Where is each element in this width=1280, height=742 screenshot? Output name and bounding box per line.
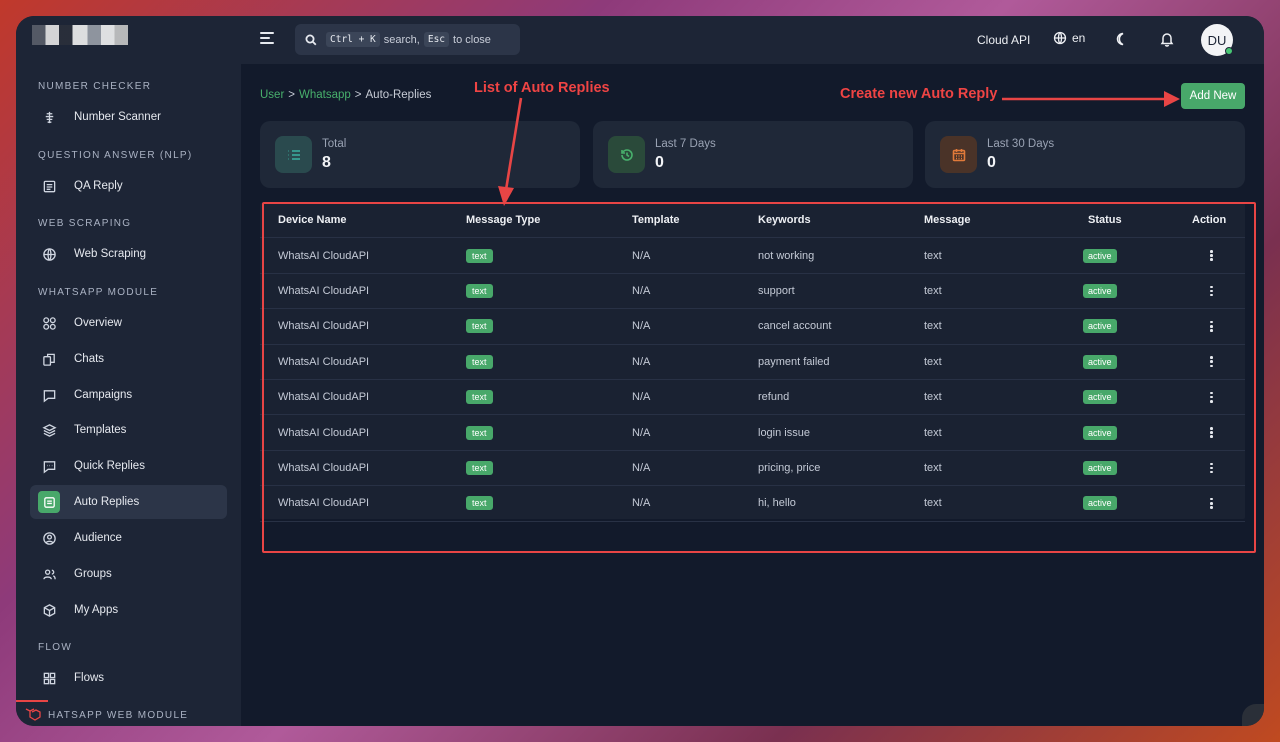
sidebar-item-my-apps[interactable]: My Apps	[30, 593, 227, 627]
sidebar-item-templates[interactable]: Templates	[30, 413, 227, 447]
sidebar-item-groups[interactable]: Groups	[30, 557, 227, 591]
stat-label: Last 7 Days	[655, 138, 716, 150]
list-icon	[275, 136, 312, 173]
window-corner	[1242, 704, 1264, 726]
quick-reply-icon	[38, 455, 60, 477]
calendar-icon	[940, 136, 977, 173]
brand-logo[interactable]	[32, 25, 128, 45]
add-new-button[interactable]: Add New	[1181, 83, 1245, 109]
stat-label: Total	[322, 138, 347, 150]
breadcrumb-current: Auto-Replies	[365, 89, 432, 101]
sidebar-item-web-scraping[interactable]: Web Scraping	[30, 237, 227, 271]
annotation-highlight-box	[262, 202, 1256, 553]
document-icon	[38, 175, 60, 197]
sidebar-item-qa-reply[interactable]: QA Reply	[30, 169, 227, 203]
sidebar-section-flow: FLOW	[38, 642, 73, 653]
sidebar-item-number-scanner[interactable]: Number Scanner	[30, 100, 227, 134]
scroll-marker	[16, 700, 48, 702]
stat-card-total: Total 8	[260, 121, 580, 188]
app-window: NUMBER CHECKER Number Scanner QUESTION A…	[16, 16, 1264, 726]
breadcrumb-whatsapp[interactable]: Whatsapp	[299, 89, 351, 101]
breadcrumb-separator: >	[354, 89, 362, 101]
online-status-dot	[1225, 47, 1233, 55]
top-bar: Ctrl + K search, Esc to close Cloud API …	[241, 16, 1264, 64]
search-hint: search,	[383, 33, 420, 46]
auto-reply-icon	[38, 491, 60, 513]
sidebar-section-number-checker: NUMBER CHECKER	[38, 81, 152, 92]
avatar-initials: DU	[1207, 32, 1227, 48]
user-circle-icon	[38, 527, 60, 549]
layers-icon	[38, 419, 60, 441]
sidebar-item-label: Web Scraping	[74, 248, 147, 260]
sidebar-item-label: Number Scanner	[74, 111, 161, 123]
annotation-create-label: Create new Auto Reply	[840, 86, 998, 102]
users-icon	[38, 563, 60, 585]
sidebar-item-audience[interactable]: Audience	[30, 521, 227, 555]
overview-icon	[38, 312, 60, 334]
sidebar-item-label: Audience	[74, 532, 122, 544]
menu-toggle-icon[interactable]	[260, 32, 274, 44]
escape-kbd: Esc	[423, 32, 450, 47]
sidebar-item-label: Flows	[74, 672, 105, 684]
stat-card-last-7-days: Last 7 Days 0	[593, 121, 913, 188]
sidebar-item-chats[interactable]: Chats	[30, 342, 227, 376]
sidebar-section-whatsapp: WHATSAPP MODULE	[38, 287, 159, 298]
history-icon	[608, 136, 645, 173]
sidebar-section-scraping: WEB SCRAPING	[38, 218, 132, 229]
chats-icon	[38, 348, 60, 370]
sidebar-item-label: My Apps	[74, 604, 119, 616]
language-selector[interactable]: en	[1053, 31, 1085, 45]
laravel-icon	[24, 706, 42, 722]
message-icon	[38, 384, 60, 406]
search-hint-end: to close	[453, 33, 491, 46]
sidebar-item-label: Auto Replies	[74, 496, 140, 508]
user-avatar[interactable]: DU	[1201, 24, 1233, 56]
search-icon	[305, 34, 317, 45]
sidebar-item-auto-replies[interactable]: Auto Replies	[30, 485, 227, 519]
breadcrumb: User > Whatsapp > Auto-Replies	[260, 89, 431, 101]
globe-icon	[38, 243, 60, 265]
breadcrumb-separator: >	[288, 89, 295, 101]
sidebar-item-label: Quick Replies	[74, 460, 145, 472]
scanner-icon	[38, 106, 60, 128]
grid-icon	[38, 667, 60, 689]
sidebar-item-overview[interactable]: Overview	[30, 306, 227, 340]
sidebar-item-campaigns[interactable]: Campaigns	[30, 378, 227, 412]
globe-icon	[1053, 31, 1067, 45]
apps-icon	[38, 599, 60, 621]
notifications-button[interactable]	[1159, 31, 1175, 47]
sidebar-item-label: Chats	[74, 353, 105, 365]
sidebar-item-label: Overview	[74, 317, 122, 329]
stat-label: Last 30 Days	[987, 138, 1055, 150]
stat-card-last-30-days: Last 30 Days 0	[925, 121, 1245, 188]
bell-icon	[1160, 33, 1174, 47]
sidebar-item-quick-replies[interactable]: Quick Replies	[30, 449, 227, 483]
sidebar-item-label: Groups	[74, 568, 112, 580]
dark-mode-toggle[interactable]	[1113, 31, 1129, 47]
cloud-api-link[interactable]: Cloud API	[977, 33, 1030, 47]
search-input[interactable]: Ctrl + K search, Esc to close	[295, 24, 520, 55]
sidebar-item-label: Campaigns	[74, 389, 133, 401]
sidebar-item-label: Templates	[74, 424, 127, 436]
stat-value: 8	[322, 154, 331, 171]
sidebar-item-label: QA Reply	[74, 180, 123, 192]
sidebar-section-web-module: HATSAPP WEB MODULE	[48, 710, 189, 721]
sidebar-section-qa: QUESTION ANSWER (NLP)	[38, 150, 193, 161]
breadcrumb-user[interactable]: User	[260, 89, 284, 101]
language-label: en	[1072, 31, 1086, 45]
shortcut-kbd: Ctrl + K	[326, 32, 380, 47]
stat-value: 0	[655, 154, 664, 171]
stat-value: 0	[987, 154, 996, 171]
annotation-list-label: List of Auto Replies	[474, 80, 610, 96]
sidebar: NUMBER CHECKER Number Scanner QUESTION A…	[16, 16, 241, 726]
moon-icon	[1116, 32, 1124, 46]
sidebar-item-flows[interactable]: Flows	[30, 661, 227, 695]
